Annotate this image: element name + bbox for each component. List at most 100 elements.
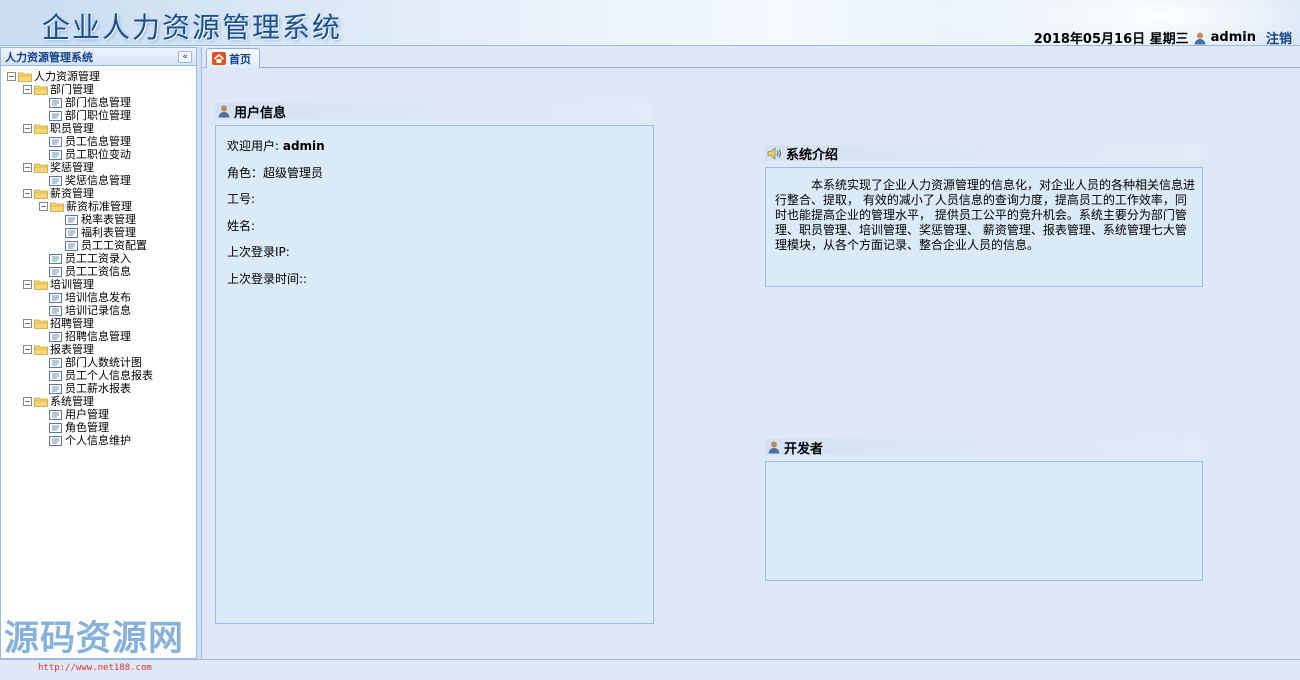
tree-folder[interactable]: − 系统管理 <box>1 395 196 408</box>
tree-leaf[interactable]: 福利表管理 <box>1 226 196 239</box>
developer-header: 开发者 <box>765 439 1201 457</box>
tree-node-label: 系统管理 <box>50 395 94 408</box>
tree-toggle-icon[interactable]: − <box>23 163 32 172</box>
folder-open-icon <box>34 189 48 199</box>
tree-leaf[interactable]: 部门职位管理 <box>1 109 196 122</box>
last-login-ip-row: 上次登录IP: <box>227 245 290 259</box>
tree-folder[interactable]: − 部门管理 <box>1 83 196 96</box>
tree-folder[interactable]: − 薪资标准管理 <box>1 200 196 213</box>
document-icon <box>49 383 62 394</box>
folder-open-icon <box>34 280 48 290</box>
tree-toggle-icon[interactable]: − <box>23 124 32 133</box>
user-icon <box>768 441 780 454</box>
folder-open-icon <box>50 202 64 212</box>
tree-toggle-icon[interactable]: − <box>39 202 48 211</box>
current-username: admin <box>1210 30 1256 45</box>
tree-node-label: 部门人数统计图 <box>65 356 142 369</box>
tree-folder[interactable]: − 招聘管理 <box>1 317 196 330</box>
tree-leaf[interactable]: 员工职位变动 <box>1 148 196 161</box>
welcome-label: 欢迎用户: <box>227 139 283 153</box>
system-intro-header: 系统介绍 <box>765 145 1201 163</box>
logout-link[interactable]: 注销 <box>1266 28 1292 45</box>
tree-leaf[interactable]: 员工工资配置 <box>1 239 196 252</box>
tree-node-label: 培训记录信息 <box>65 304 131 317</box>
tree-node-label: 招聘管理 <box>50 317 94 330</box>
user-icon <box>218 105 230 118</box>
document-icon <box>49 149 62 160</box>
tree-leaf[interactable]: 员工信息管理 <box>1 135 196 148</box>
tree-node-label: 税率表管理 <box>81 213 136 226</box>
tree-toggle-icon[interactable]: − <box>23 189 32 198</box>
app-header: 企业人力资源管理系统 2018年05月16日 星期三 admin 注销 <box>0 0 1300 46</box>
system-intro-title: 系统介绍 <box>786 147 839 163</box>
tree-node-label: 员工工资配置 <box>81 239 147 252</box>
document-icon <box>49 136 62 147</box>
document-icon <box>49 97 62 108</box>
tree-node-label: 角色管理 <box>65 421 109 434</box>
document-icon <box>49 175 62 186</box>
last-login-time-row: 上次登录时间:: <box>227 272 308 286</box>
document-icon <box>49 370 62 381</box>
folder-open-icon <box>34 85 48 95</box>
tree-leaf[interactable]: 员工个人信息报表 <box>1 369 196 382</box>
tree-leaf[interactable]: 员工薪水报表 <box>1 382 196 395</box>
tree-node-label: 员工个人信息报表 <box>65 369 153 382</box>
tree-toggle-icon[interactable]: − <box>23 319 32 328</box>
tree-folder[interactable]: − 报表管理 <box>1 343 196 356</box>
tree-toggle-icon[interactable]: − <box>23 397 32 406</box>
tree-node-label: 用户管理 <box>65 408 109 421</box>
folder-open-icon <box>18 72 32 82</box>
tree-toggle-icon[interactable]: − <box>7 72 16 81</box>
document-icon <box>65 227 78 238</box>
welcome-row: 欢迎用户: admin <box>227 137 325 154</box>
tree-toggle-icon[interactable]: − <box>23 345 32 354</box>
tree-node-label: 报表管理 <box>50 343 94 356</box>
header-info: 2018年05月16日 星期三 admin 注销 <box>1034 28 1292 45</box>
collapse-sidebar-button[interactable]: « <box>178 50 192 63</box>
tree-node-label: 员工信息管理 <box>65 135 131 148</box>
tree-toggle-icon[interactable]: − <box>23 280 32 289</box>
sidebar-header: 人力资源管理系统 « <box>1 48 196 66</box>
document-icon <box>49 435 62 446</box>
nav-tree: − 人力资源管理 − 部门管理 部门信息管理 部门职位管理 − 职员管理 员工信息管理 员工职位变… <box>1 66 196 447</box>
tree-leaf[interactable]: 部门人数统计图 <box>1 356 196 369</box>
tree-leaf[interactable]: 培训信息发布 <box>1 291 196 304</box>
tree-node-label: 招聘信息管理 <box>65 330 131 343</box>
tree-leaf[interactable]: 招聘信息管理 <box>1 330 196 343</box>
tree-leaf[interactable]: 部门信息管理 <box>1 96 196 109</box>
tree-leaf[interactable]: 用户管理 <box>1 408 196 421</box>
tree-leaf[interactable]: 培训记录信息 <box>1 304 196 317</box>
document-icon <box>49 253 62 264</box>
folder-open-icon <box>34 163 48 173</box>
folder-open-icon <box>34 397 48 407</box>
tree-leaf[interactable]: 税率表管理 <box>1 213 196 226</box>
developer-panel <box>765 461 1203 581</box>
tree-leaf[interactable]: 奖惩信息管理 <box>1 174 196 187</box>
tree-folder[interactable]: − 薪资管理 <box>1 187 196 200</box>
status-bar <box>0 659 1300 680</box>
tree-folder[interactable]: − 职员管理 <box>1 122 196 135</box>
sidebar-splitter[interactable] <box>197 47 202 659</box>
tree-node-label: 奖惩管理 <box>50 161 94 174</box>
role-row: 角色：超级管理员 <box>227 166 324 180</box>
tree-toggle-icon[interactable]: − <box>23 85 32 94</box>
tree-folder[interactable]: − 培训管理 <box>1 278 196 291</box>
developer-title: 开发者 <box>784 441 824 457</box>
tree-leaf[interactable]: 员工工资录入 <box>1 252 196 265</box>
document-icon <box>49 331 62 342</box>
document-icon <box>49 266 62 277</box>
user-info-header: 用户信息 <box>215 103 652 121</box>
tree-folder[interactable]: − 人力资源管理 <box>1 70 196 83</box>
watermark-text: 源码资源网 <box>4 618 185 659</box>
tree-leaf[interactable]: 角色管理 <box>1 421 196 434</box>
tree-leaf[interactable]: 员工工资信息 <box>1 265 196 278</box>
watermark-url: http://www.net188.com <box>38 663 152 673</box>
tab-home-label: 首页 <box>229 52 251 66</box>
tree-node-label: 员工工资信息 <box>65 265 131 278</box>
home-icon <box>212 52 226 65</box>
tree-leaf[interactable]: 个人信息维护 <box>1 434 196 447</box>
tree-folder[interactable]: − 奖惩管理 <box>1 161 196 174</box>
system-intro-panel: 本系统实现了企业人力资源管理的信息化，对企业人员的各种相关信息进行整合、提取， … <box>765 167 1203 287</box>
tab-home[interactable]: 首页 <box>206 48 260 68</box>
tree-node-label: 职员管理 <box>50 122 94 135</box>
